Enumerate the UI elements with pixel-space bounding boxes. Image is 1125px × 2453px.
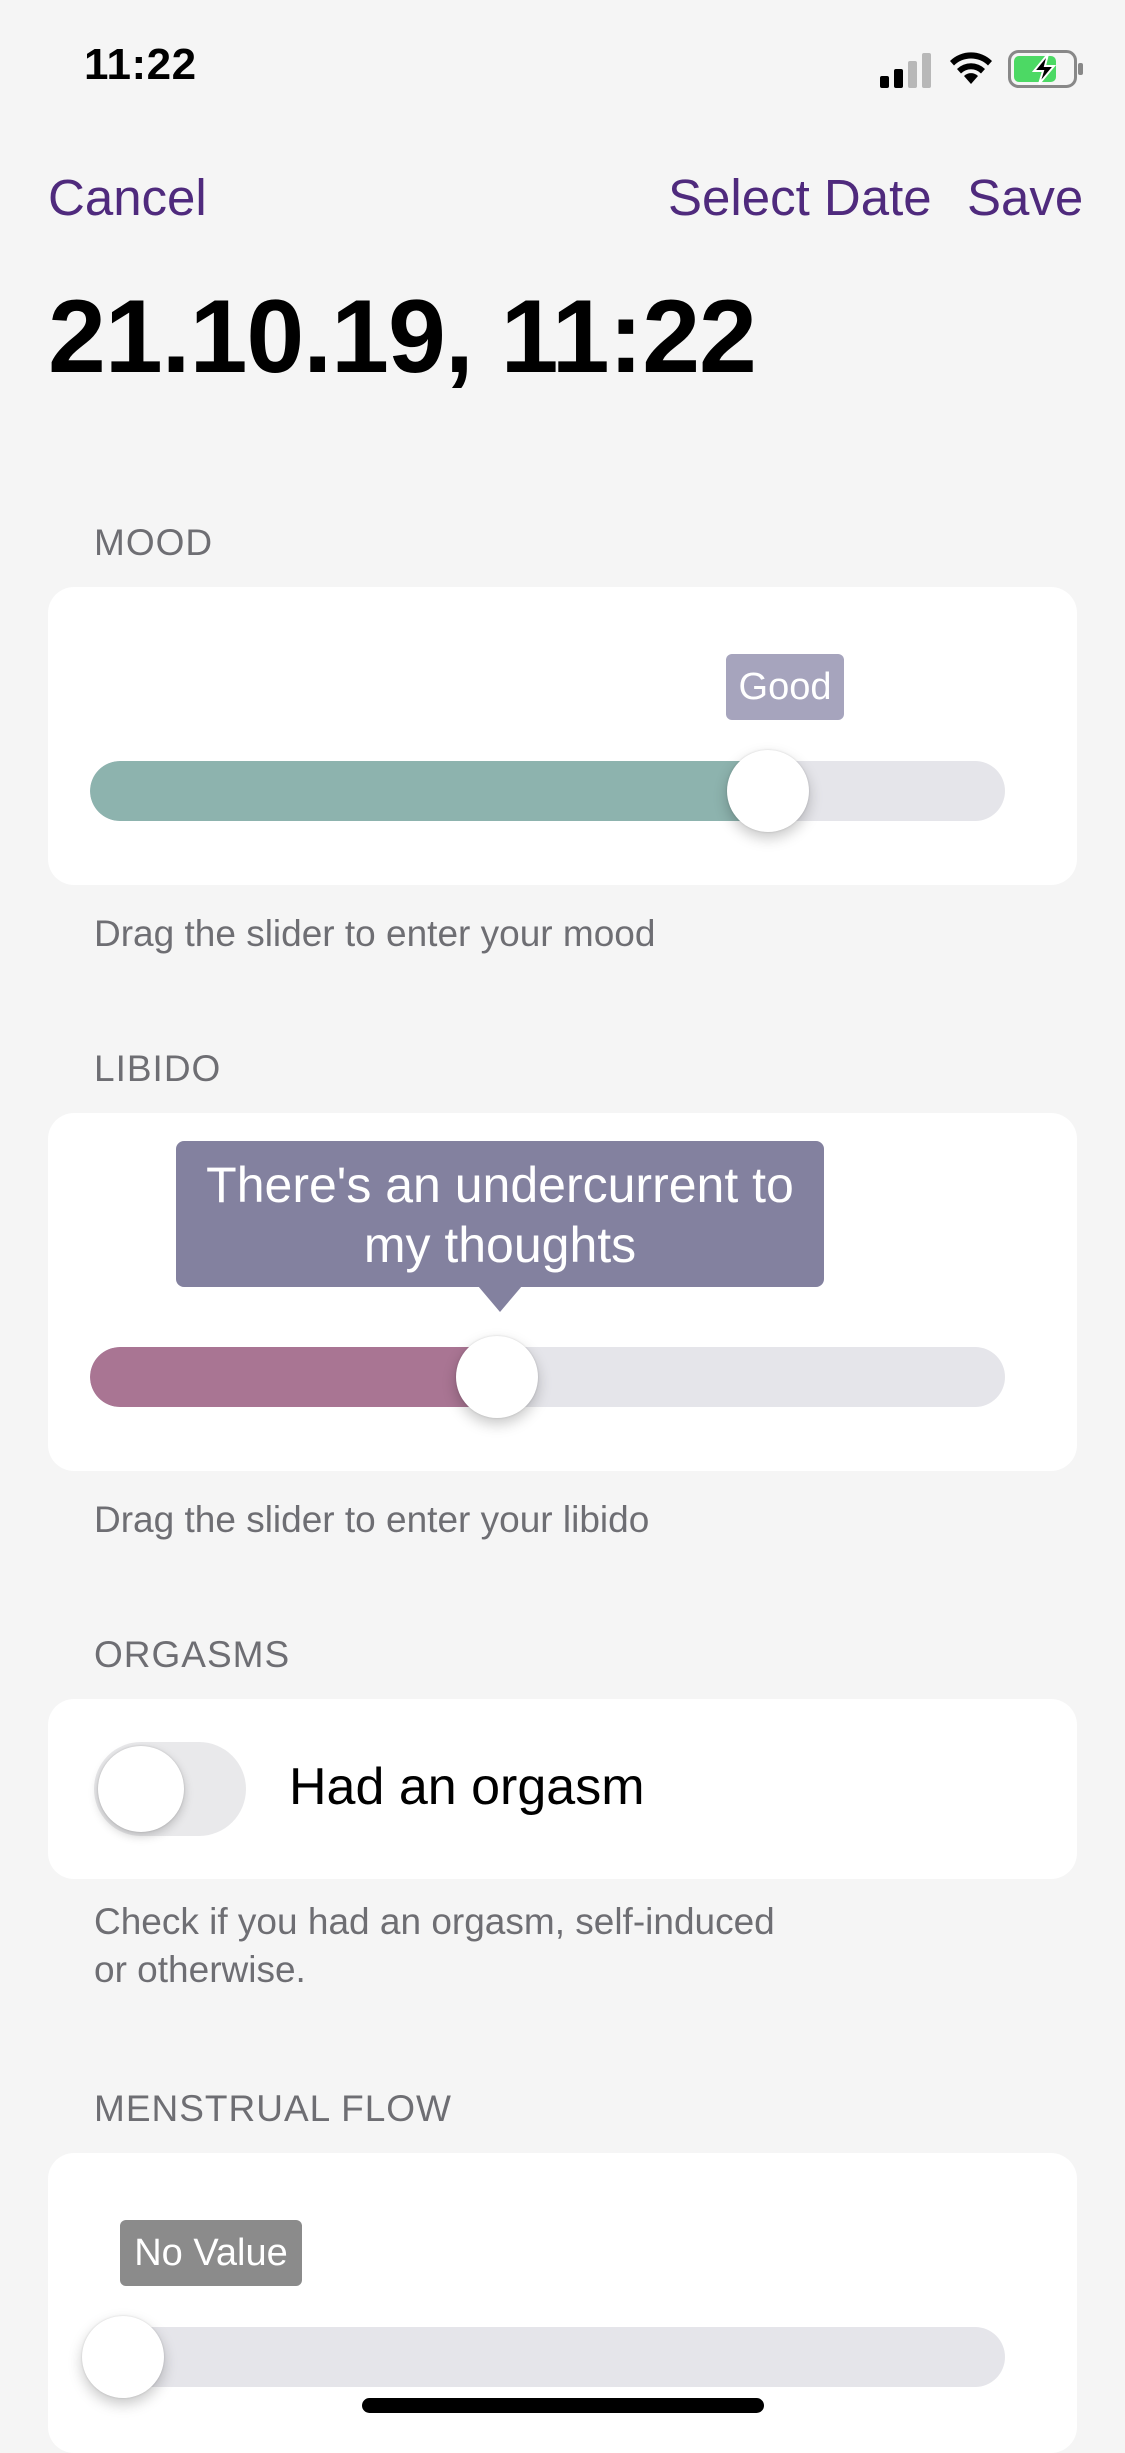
menstrual-flow-slider-track[interactable] <box>90 2327 1005 2387</box>
menstrual-flow-slider-thumb[interactable] <box>82 2316 164 2398</box>
battery-charging-icon <box>1008 50 1083 88</box>
entry-datetime-title: 21.10.19, 11:22 <box>48 279 757 395</box>
cellular-signal-icon <box>880 53 931 88</box>
mood-help-text: Drag the slider to enter your mood <box>94 913 656 954</box>
libido-section-label: LIBIDO <box>94 1048 222 1089</box>
mood-slider-track[interactable] <box>90 761 1005 821</box>
orgasms-help-line1: Check if you had an orgasm, self-induced <box>94 1901 775 1942</box>
mood-value-tooltip: Good <box>726 654 844 720</box>
cancel-button[interactable]: Cancel <box>48 168 207 227</box>
select-date-button[interactable]: Select Date <box>668 168 932 227</box>
libido-slider-track[interactable] <box>90 1347 1005 1407</box>
libido-tooltip-pointer <box>478 1286 522 1312</box>
libido-value-line1: There's an undercurrent to <box>206 1157 794 1213</box>
libido-value-line2: my thoughts <box>363 1217 637 1273</box>
status-time: 11:22 <box>84 40 197 89</box>
menstrual-flow-value-tooltip: No Value <box>120 2220 302 2286</box>
libido-value-tooltip: There's an undercurrent to my thoughts <box>176 1141 824 1287</box>
wifi-icon <box>950 52 992 84</box>
mood-section-label: MOOD <box>94 522 214 563</box>
orgasms-section-label: ORGASMS <box>94 1634 291 1675</box>
orgasm-toggle-knob <box>98 1746 184 1832</box>
mood-slider-thumb[interactable] <box>727 750 810 832</box>
libido-help-text: Drag the slider to enter your libido <box>94 1499 650 1540</box>
mood-card: Good <box>48 587 1077 885</box>
orgasm-toggle[interactable] <box>94 1742 246 1836</box>
orgasms-help-line2: or otherwise. <box>94 1949 306 1990</box>
libido-slider-fill <box>90 1347 497 1407</box>
libido-slider-thumb[interactable] <box>455 1336 538 1418</box>
orgasms-card: Had an orgasm <box>48 1699 1077 1879</box>
home-indicator <box>362 2398 764 2413</box>
libido-card: There's an undercurrent to my thoughts <box>48 1113 1077 1471</box>
menstrual-flow-section-label: MENSTRUAL FLOW <box>94 2088 452 2129</box>
save-button[interactable]: Save <box>967 168 1083 227</box>
orgasm-toggle-label: Had an orgasm <box>289 1758 645 1816</box>
mood-slider-fill <box>90 761 769 821</box>
orgasms-help-text: Check if you had an orgasm, self-induced… <box>94 1898 994 1994</box>
